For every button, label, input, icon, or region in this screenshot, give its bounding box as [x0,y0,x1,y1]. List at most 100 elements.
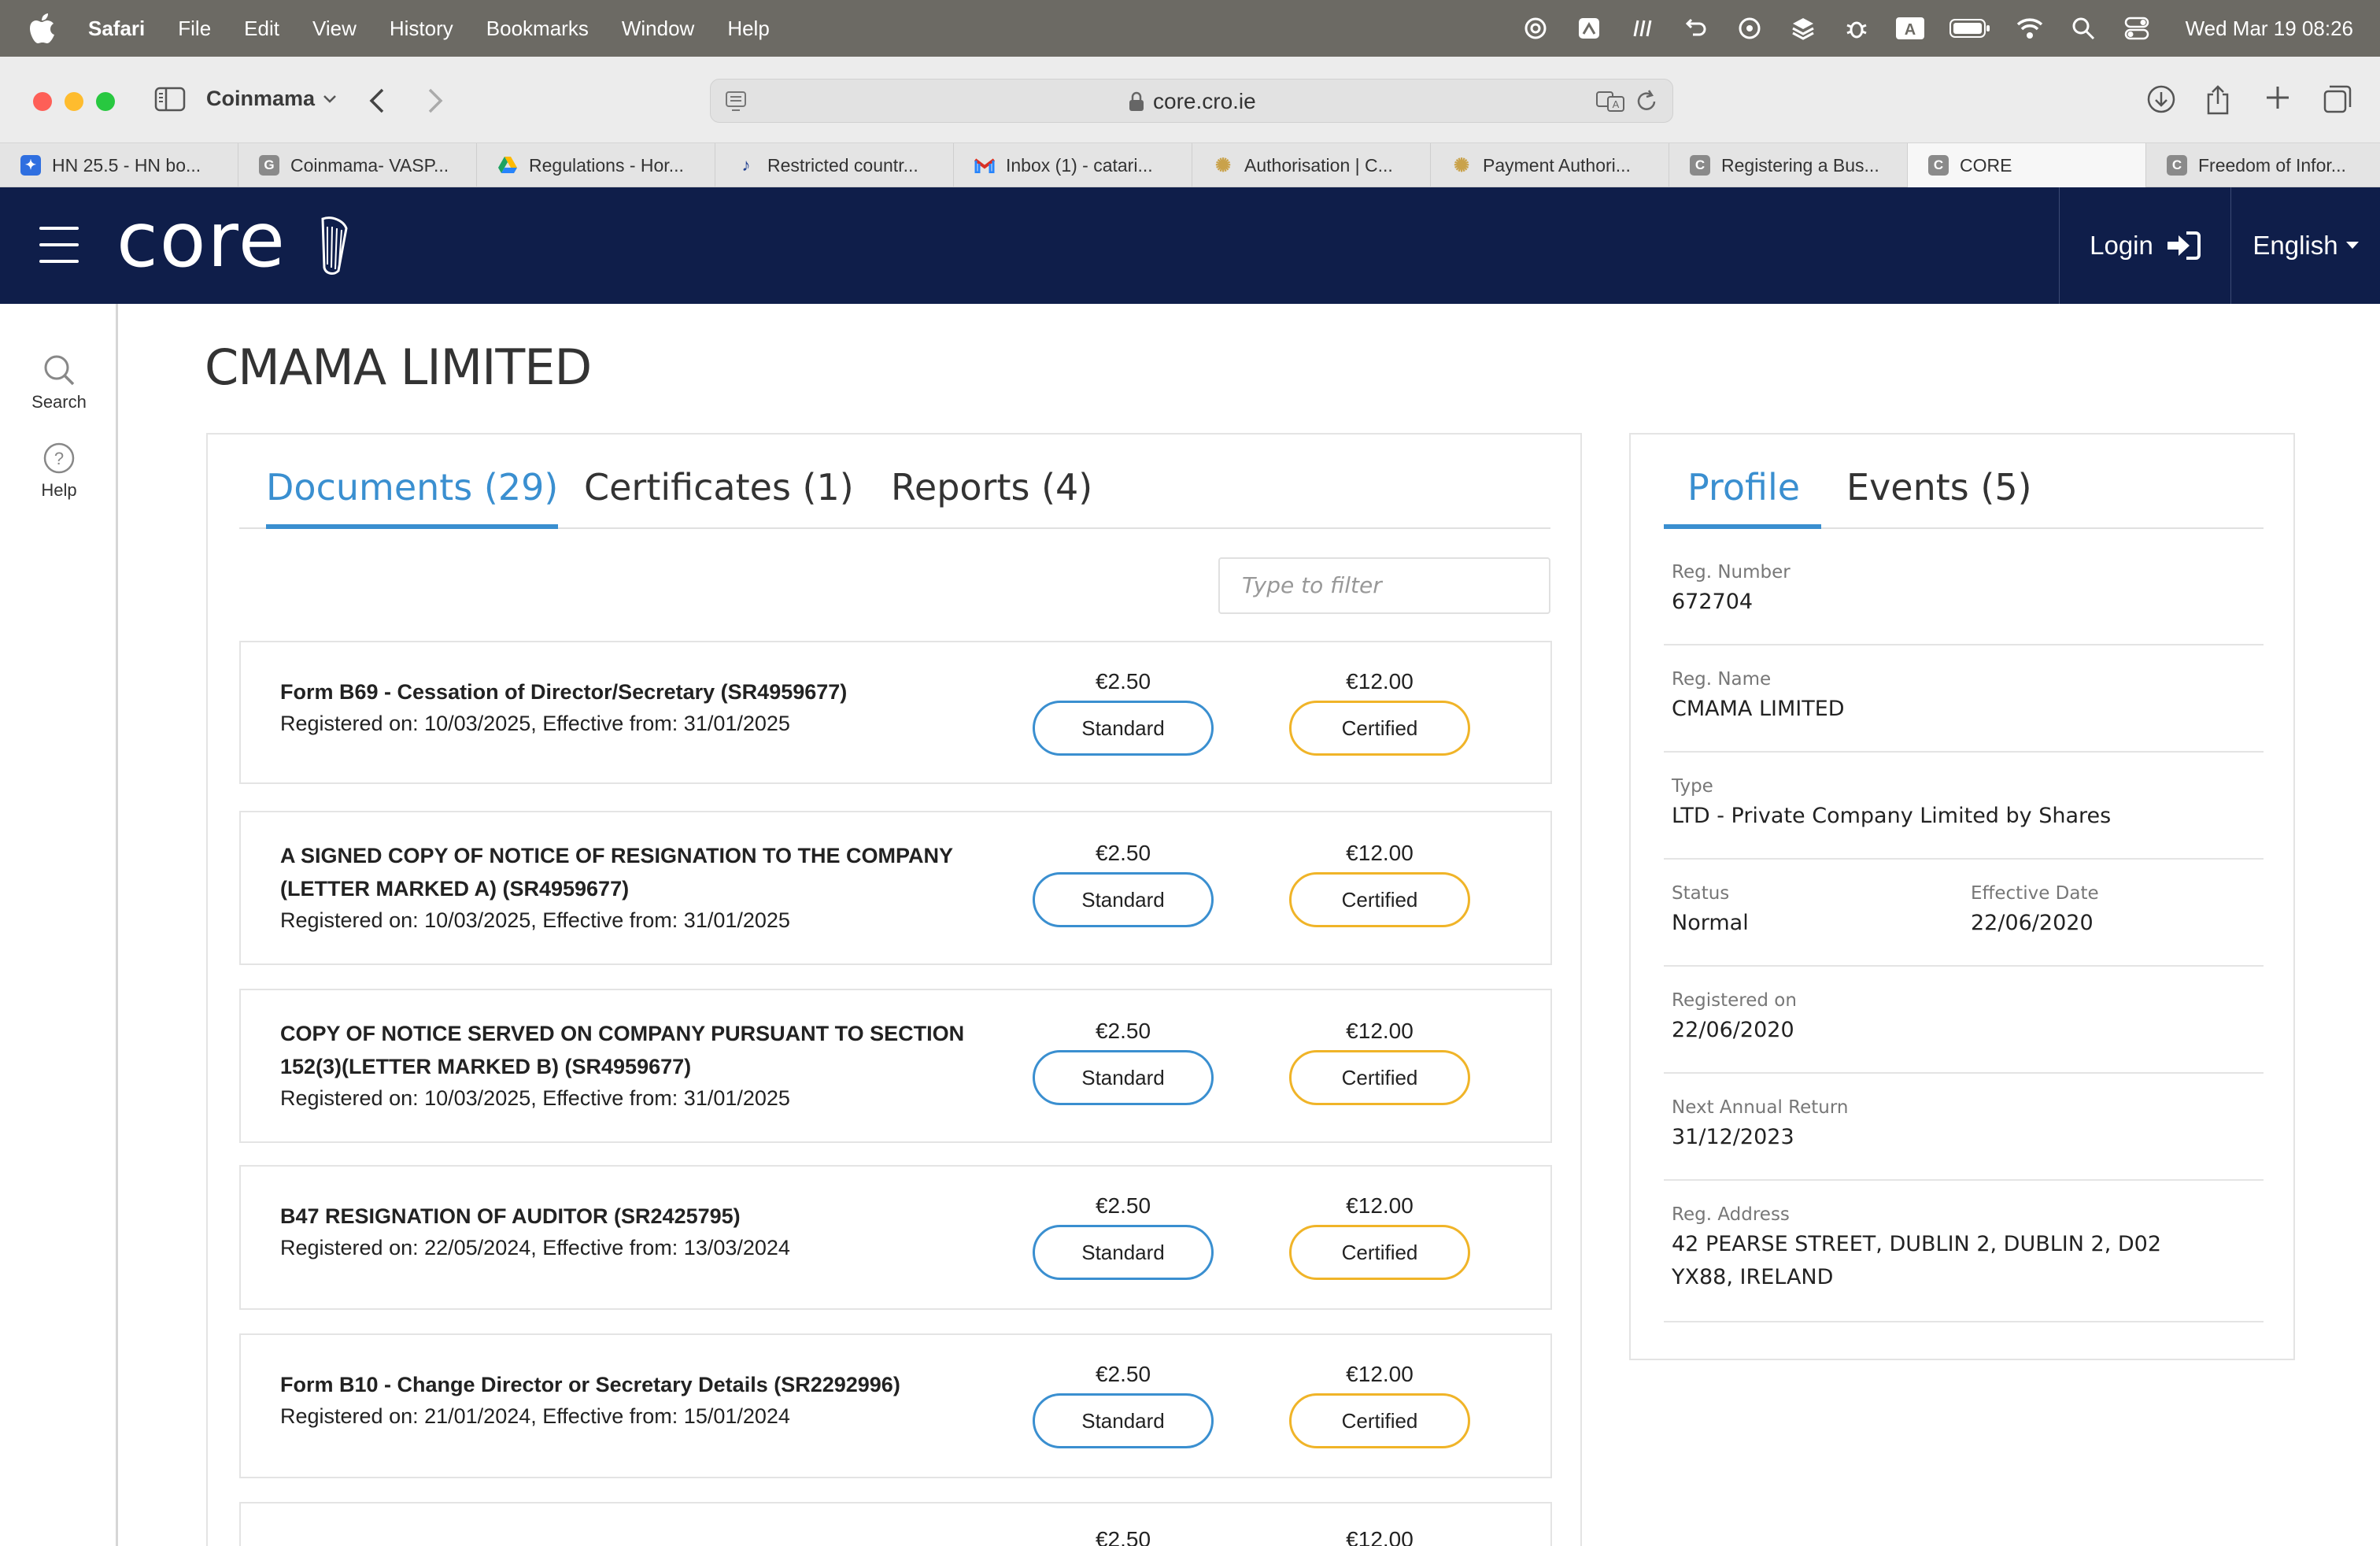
standard-button[interactable]: Standard [1033,1393,1214,1448]
tab-events[interactable]: Events (5) [1846,466,2032,524]
tab-overview-icon[interactable] [2322,83,2353,119]
rail-help[interactable]: ? Help [0,441,118,501]
menu-view[interactable]: View [312,17,357,41]
browser-tab[interactable]: G Coinmama- VASP... [238,143,477,187]
registered-on-value: 22/06/2020 [1672,1018,1794,1042]
browser-tab[interactable]: ✦ HN 25.5 - HN bo... [0,143,238,187]
language-dropdown[interactable]: English [2230,187,2380,304]
field-label: Status [1672,883,1730,904]
share-icon[interactable] [2204,83,2232,120]
battery-icon[interactable] [1948,13,1992,44]
translate-icon[interactable]: A [1595,89,1625,118]
document-title: Form B10 - Change Director or Secretary … [280,1373,900,1396]
search-icon [44,355,75,386]
certified-button[interactable]: Certified [1289,1225,1470,1280]
document-title: Form B69 - Cessation of Director/Secreta… [280,680,848,704]
grey-c-icon: C [1690,155,1710,176]
standard-button[interactable]: Standard [1033,1050,1214,1105]
standard-price: €2.50 [1095,1362,1151,1386]
next-annual-return-value: 31/12/2023 [1672,1125,1794,1149]
rail-search[interactable]: Search [0,353,118,412]
browser-tab[interactable]: Inbox (1) - catari... [954,143,1192,187]
core-logo[interactable]: core [116,196,368,286]
hamburger-menu-icon[interactable] [39,227,79,264]
app-window-icon[interactable] [1573,13,1605,44]
document-row: B47 RESIGNATION OF AUDITOR (SR2425795) R… [239,1165,1552,1310]
browser-tab[interactable]: ♪ Restricted countr... [715,143,954,187]
arrow-loop-icon[interactable] [1680,13,1712,44]
page-title: CMAMA LIMITED [205,338,592,396]
downloads-icon[interactable] [2145,83,2177,119]
certified-price: €12.00 [1346,1019,1414,1043]
menu-history[interactable]: History [390,17,453,41]
bars-icon[interactable] [1627,13,1658,44]
browser-tab[interactable]: Regulations - Hor... [477,143,715,187]
standard-button[interactable]: Standard [1033,701,1214,756]
registered-on-field: Registered on 22/06/2020 [1664,981,2264,1074]
type-field: Type LTD - Private Company Limited by Sh… [1664,767,2264,860]
spotlight-search-icon[interactable] [2068,13,2099,44]
standard-button[interactable]: Standard [1033,872,1214,927]
certified-price: €12.00 [1346,1527,1414,1546]
input-source-icon[interactable]: A [1894,13,1926,44]
chatgpt-icon[interactable] [1520,13,1551,44]
site-header: core Login English [0,187,2380,304]
back-arrow-icon[interactable] [367,85,387,120]
browser-tab[interactable]: C Freedom of Infor... [2146,143,2380,187]
at-sign-icon[interactable] [1734,13,1765,44]
control-center-icon[interactable] [2121,13,2153,44]
browser-tab[interactable]: ✺ Authorisation | C... [1192,143,1431,187]
field-label: Next Annual Return [1672,1097,1849,1118]
tab-reports[interactable]: Reports (4) [891,466,1092,524]
document-meta: Registered on: 22/05/2024, Effective fro… [280,1236,790,1259]
certified-button[interactable]: Certified [1289,701,1470,756]
new-tab-icon[interactable] [2264,83,2292,116]
standard-price: €2.50 [1095,841,1151,865]
layers-icon[interactable] [1787,13,1819,44]
page-menu-icon[interactable] [725,91,748,117]
close-window-button[interactable] [33,92,52,111]
tab-documents[interactable]: Documents (29) [266,466,559,529]
grey-c-icon: C [2167,155,2187,176]
certified-button[interactable]: Certified [1289,1393,1470,1448]
menu-bookmarks[interactable]: Bookmarks [486,17,589,41]
svg-text:A: A [1904,21,1915,39]
tab-certificates[interactable]: Certificates (1) [584,466,854,524]
browser-tab[interactable]: ✺ Payment Authori... [1431,143,1669,187]
profile-selector[interactable]: Coinmama [206,87,337,111]
menu-help[interactable]: Help [727,17,769,41]
tab-profile[interactable]: Profile [1664,466,1821,529]
tab-label: Regulations - Hor... [529,154,684,176]
browser-tab[interactable]: C Registering a Bus... [1669,143,1908,187]
url-text[interactable]: core.cro.ie [1153,89,1256,114]
filter-input[interactable]: Type to filter [1218,557,1550,614]
document-row: A SIGNED COPY OF NOTICE OF RESIGNATION T… [239,811,1552,965]
menubar-clock[interactable]: Wed Mar 19 08:26 [2186,17,2353,41]
profile-tabs: Profile Events (5) [1664,458,2264,529]
left-rail: Search ? Help [0,304,118,1546]
rail-help-label: Help [41,480,77,500]
login-label: Login [2090,231,2153,260]
document-meta: Registered on: 10/03/2025, Effective fro… [280,1086,790,1110]
seal-icon: ✺ [1214,154,1232,176]
address-bar[interactable]: core.cro.ie A [710,79,1673,123]
browser-tab-active[interactable]: C CORE [1908,143,2146,187]
menu-file[interactable]: File [178,17,211,41]
bug-icon[interactable] [1841,13,1872,44]
certified-button[interactable]: Certified [1289,1050,1470,1105]
menu-window[interactable]: Window [622,17,694,41]
menu-safari[interactable]: Safari [88,17,145,41]
minimize-window-button[interactable] [65,92,83,111]
reload-icon[interactable] [1635,89,1658,118]
forward-arrow-icon[interactable] [425,85,445,120]
effective-date-value: 22/06/2020 [1971,911,2094,935]
sidebar-toggle-icon[interactable] [154,87,186,116]
jira-icon: ✦ [20,155,41,176]
apple-menu-icon[interactable] [30,13,58,44]
standard-button[interactable]: Standard [1033,1225,1214,1280]
certified-button[interactable]: Certified [1289,872,1470,927]
menu-edit[interactable]: Edit [244,17,279,41]
zoom-window-button[interactable] [96,92,115,111]
wifi-icon[interactable] [2014,13,2046,44]
login-button[interactable]: Login [2059,187,2230,304]
